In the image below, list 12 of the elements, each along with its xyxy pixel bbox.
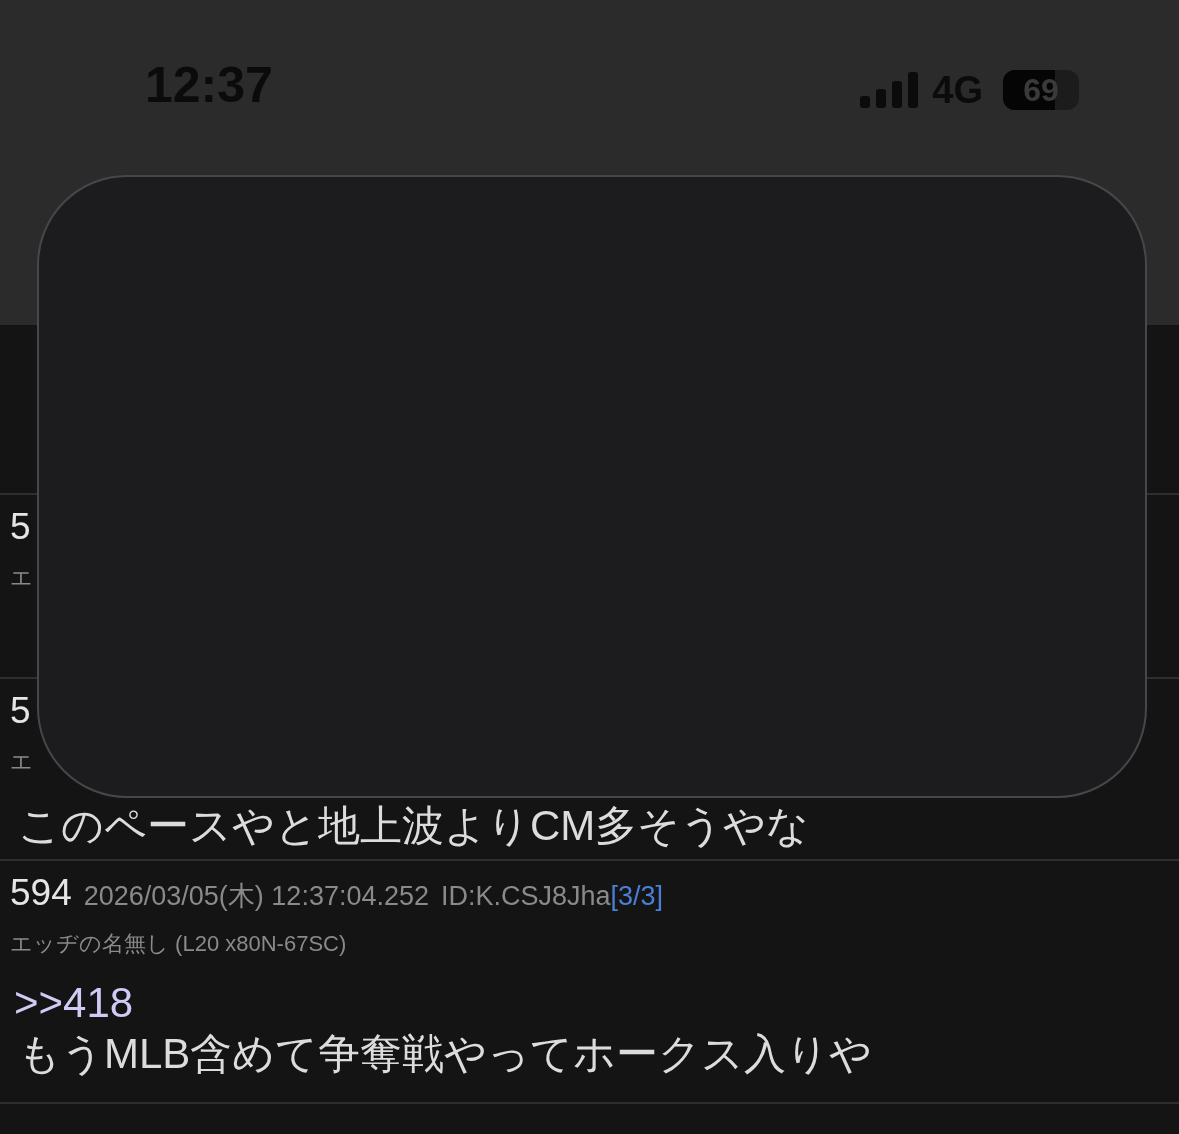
- post-id: ID:K.CSJ8Jha[3/3]: [441, 880, 664, 913]
- post-date: 2026/03/05(木) 12:37:04.252: [83, 880, 429, 913]
- post-number[interactable]: 5: [10, 683, 31, 739]
- post-number[interactable]: 5: [10, 499, 31, 555]
- poster-name: エ: [10, 563, 34, 592]
- post-number[interactable]: 594: [10, 865, 72, 921]
- post-body: このペースやと地上波よりCM多そうやな: [18, 800, 811, 851]
- signal-icon: [860, 72, 921, 108]
- poster-name: エッヂの名無し (L20 x80N-67SC): [10, 929, 348, 958]
- poster-name: エ: [10, 747, 34, 776]
- post-body: もうMLB含めて争奪戦やってホークス入りや: [18, 1028, 874, 1079]
- reply-link[interactable]: >>418: [14, 977, 1169, 1028]
